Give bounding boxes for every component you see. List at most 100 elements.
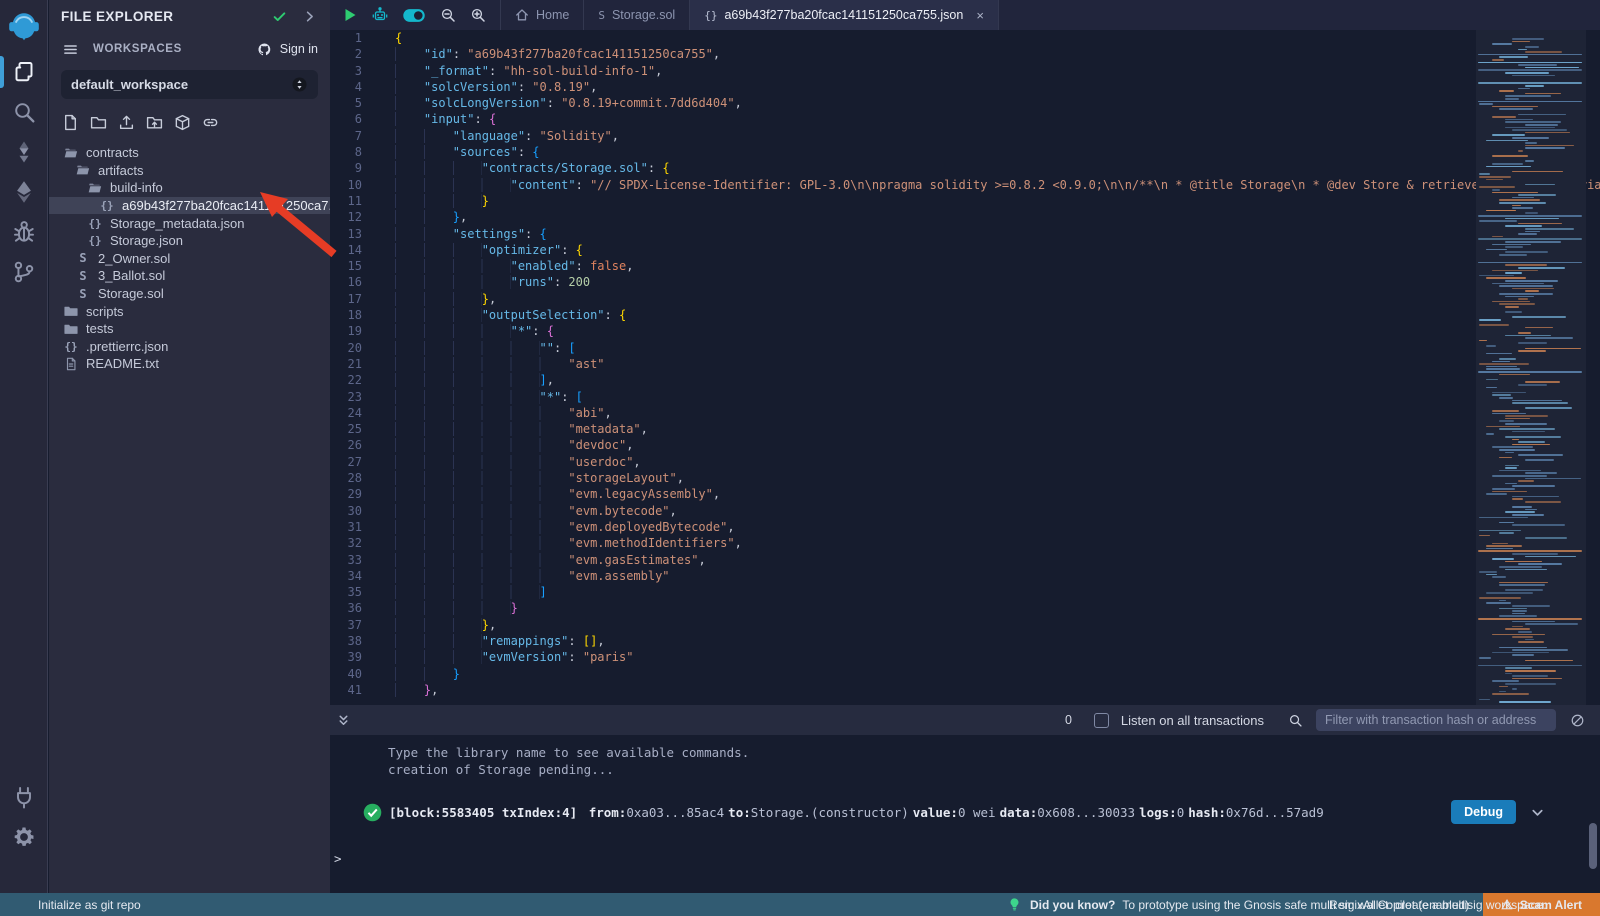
code-line: 3 "_format": "hh-sol-build-info-1", [330,63,1600,79]
tree-item-contracts[interactable]: contracts [49,144,330,162]
debug-button[interactable]: Debug [1451,800,1516,824]
activity-bar-bottom [0,777,47,857]
line-number: 14 [330,242,378,258]
code-line: 23 "*": [ [330,389,1600,405]
code-line: 34 "evm.assembly" [330,568,1600,584]
code-line: 29 "evm.legacyAssembly", [330,486,1600,502]
tree-item-2-owner-sol[interactable]: S2_Owner.sol [49,250,330,268]
hamburger-menu-icon[interactable] [61,40,79,58]
tab-home[interactable]: Home [500,0,584,30]
workspace-select[interactable]: default_workspace [61,70,318,99]
activity-solidity-compiler-icon[interactable] [0,132,48,172]
link-icon[interactable] [201,113,220,132]
github-sign-in-button[interactable]: Sign in [256,40,318,58]
upload-folder-icon[interactable] [145,113,164,132]
tree-item-label: 2_Owner.sol [98,251,170,266]
tab-label: a69b43f277ba20fcac141151250ca755.json [724,8,963,22]
activity-plugin-manager-icon[interactable] [0,777,48,817]
zoom-out-icon[interactable] [440,7,456,23]
chevron-right-icon[interactable] [300,7,318,25]
folder-icon [63,321,79,336]
json-file-icon: {} [87,233,103,248]
tree-item-tests[interactable]: tests [49,320,330,338]
lightbulb-icon [1005,896,1023,914]
panel-title: FILE EXPLORER [61,9,173,24]
terminal[interactable]: Type the library name to see available c… [330,735,1600,893]
tip-text: To prototype using the Gnosis safe multi… [1122,898,1546,912]
search-icon [1286,711,1304,729]
zoom-in-icon[interactable] [470,7,486,23]
tree-item-artifacts[interactable]: artifacts [49,162,330,180]
code-editor[interactable]: 1{2 "id": "a69b43f277ba20fcac141151250ca… [330,30,1600,705]
folder-open-icon [75,163,91,178]
minimap[interactable] [1476,30,1586,705]
tree-item-storage-metadata-json[interactable]: {}Storage_metadata.json [49,214,330,232]
transaction-log-text[interactable]: [block:5583405 txIndex:4] from:0xa03...8… [389,805,1451,820]
code-line: 6 "input": { [330,111,1600,127]
box-icon[interactable] [173,113,192,132]
line-number: 34 [330,568,378,584]
line-number: 24 [330,405,378,421]
line-number: 15 [330,258,378,274]
activity-settings-icon[interactable] [0,817,48,857]
tree-item--prettierrc-json[interactable]: {}.prettierrc.json [49,338,330,356]
line-number: 30 [330,503,378,519]
new-file-icon[interactable] [61,113,80,132]
activity-debugger-icon[interactable] [0,212,48,252]
tree-item-storage-json[interactable]: {} Storage.json [49,232,330,250]
activity-file-explorer-icon[interactable] [0,52,48,92]
code-line: 26 "devdoc", [330,437,1600,453]
expand-transaction-icon[interactable] [1528,803,1546,821]
code-line: 5 "solcLongVersion": "0.8.19+commit.7dd6… [330,95,1600,111]
remix-ide-window: FILE EXPLORER WORKSPACES Sign in default… [0,0,1600,916]
tree-item-scripts[interactable]: scripts [49,302,330,320]
tree-item-3-ballot-sol[interactable]: S3_Ballot.sol [49,267,330,285]
new-folder-icon[interactable] [89,113,108,132]
activity-git-icon[interactable] [0,252,48,292]
terminal-prompt[interactable]: > [334,850,1600,867]
did-you-know-tip: Did you know? To prototype using the Gno… [1005,896,1547,914]
line-number: 36 [330,600,378,616]
json-file-icon: {} [704,9,717,22]
toggle-on-icon[interactable] [402,8,426,23]
tree-item-readme-txt[interactable]: README.txt [49,355,330,373]
tab-storage-sol[interactable]: SStorage.sol [584,0,690,30]
code-line: 40 } [330,666,1600,682]
code-line: 25 "metadata", [330,421,1600,437]
file-explorer-toolbar [49,99,330,140]
code-line: 11 } [330,193,1600,209]
tab-label: Home [536,8,569,22]
upload-file-icon[interactable] [117,113,136,132]
tree-item-label: a69b43f277ba20fcac141151250ca7... [122,198,330,213]
tab-a69b43f277ba20fcac141151250ca755-json[interactable]: {} a69b43f277ba20fcac141151250ca755.json × [690,0,999,30]
terminal-scrollbar[interactable] [1589,823,1597,869]
line-number: 1 [330,30,378,46]
close-tab-icon[interactable]: × [976,8,984,23]
line-number: 41 [330,682,378,698]
clear-terminal-icon[interactable] [1568,711,1586,729]
workspaces-row: WORKSPACES Sign in [49,36,330,62]
robot-icon[interactable] [372,7,388,23]
code-line: 15 "enabled": false, [330,258,1600,274]
listen-all-label: Listen on all transactions [1121,713,1264,728]
transaction-filter-input[interactable] [1316,709,1556,731]
code-line: 24 "abi", [330,405,1600,421]
play-icon[interactable] [342,7,358,23]
code-line: 10 "content": "// SPDX-License-Identifie… [330,177,1600,193]
tree-item-label: Storage.json [110,233,183,248]
line-number: 38 [330,633,378,649]
tree-item-label: .prettierrc.json [86,339,168,354]
tree-item-build-info[interactable]: build-info [49,179,330,197]
tree-item-storage-sol[interactable]: SStorage.sol [49,285,330,303]
tree-item-label: contracts [86,145,139,160]
listen-all-checkbox[interactable] [1094,713,1109,728]
tree-item-a69b43f277ba20fcac141151250ca7-[interactable]: {}a69b43f277ba20fcac141151250ca7... [49,197,330,215]
git-init-button[interactable]: Initialize as git repo [38,898,141,912]
collapse-terminal-icon[interactable] [334,711,352,729]
activity-search-icon[interactable] [0,92,48,132]
activity-remix-logo-icon[interactable] [0,0,48,52]
folder-open-icon [63,145,79,160]
activity-deploy-run-icon[interactable] [0,172,48,212]
tree-item-label: tests [86,321,113,336]
tip-label: Did you know? [1030,898,1115,912]
